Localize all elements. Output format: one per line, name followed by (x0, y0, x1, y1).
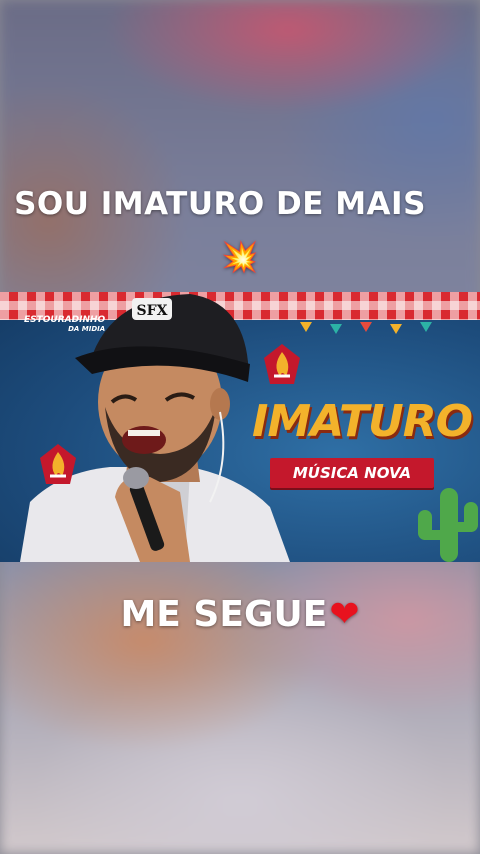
ribbon-musica-nova: MÚSICA NOVA (270, 458, 434, 488)
headline-imaturo: IMATURO (252, 396, 473, 447)
explosion-emoji: 💥 (221, 240, 259, 275)
fire-badge-icon (40, 444, 76, 484)
cap-logo-text: SFX (137, 303, 168, 319)
fire-badge-icon (264, 344, 300, 384)
cactus-icon (418, 488, 478, 562)
heart-icon: ❤ (329, 594, 360, 635)
video-thumbnail[interactable]: ESTOURADINHO DA MIDIA SFX IMATURO MÚSICA… (0, 292, 480, 562)
caption-top: SOU IMATURO DE MAIS (14, 186, 426, 222)
caption-bottom: ME SEGUE❤ (0, 594, 480, 635)
caption-bottom-text: ME SEGUE (120, 594, 328, 635)
